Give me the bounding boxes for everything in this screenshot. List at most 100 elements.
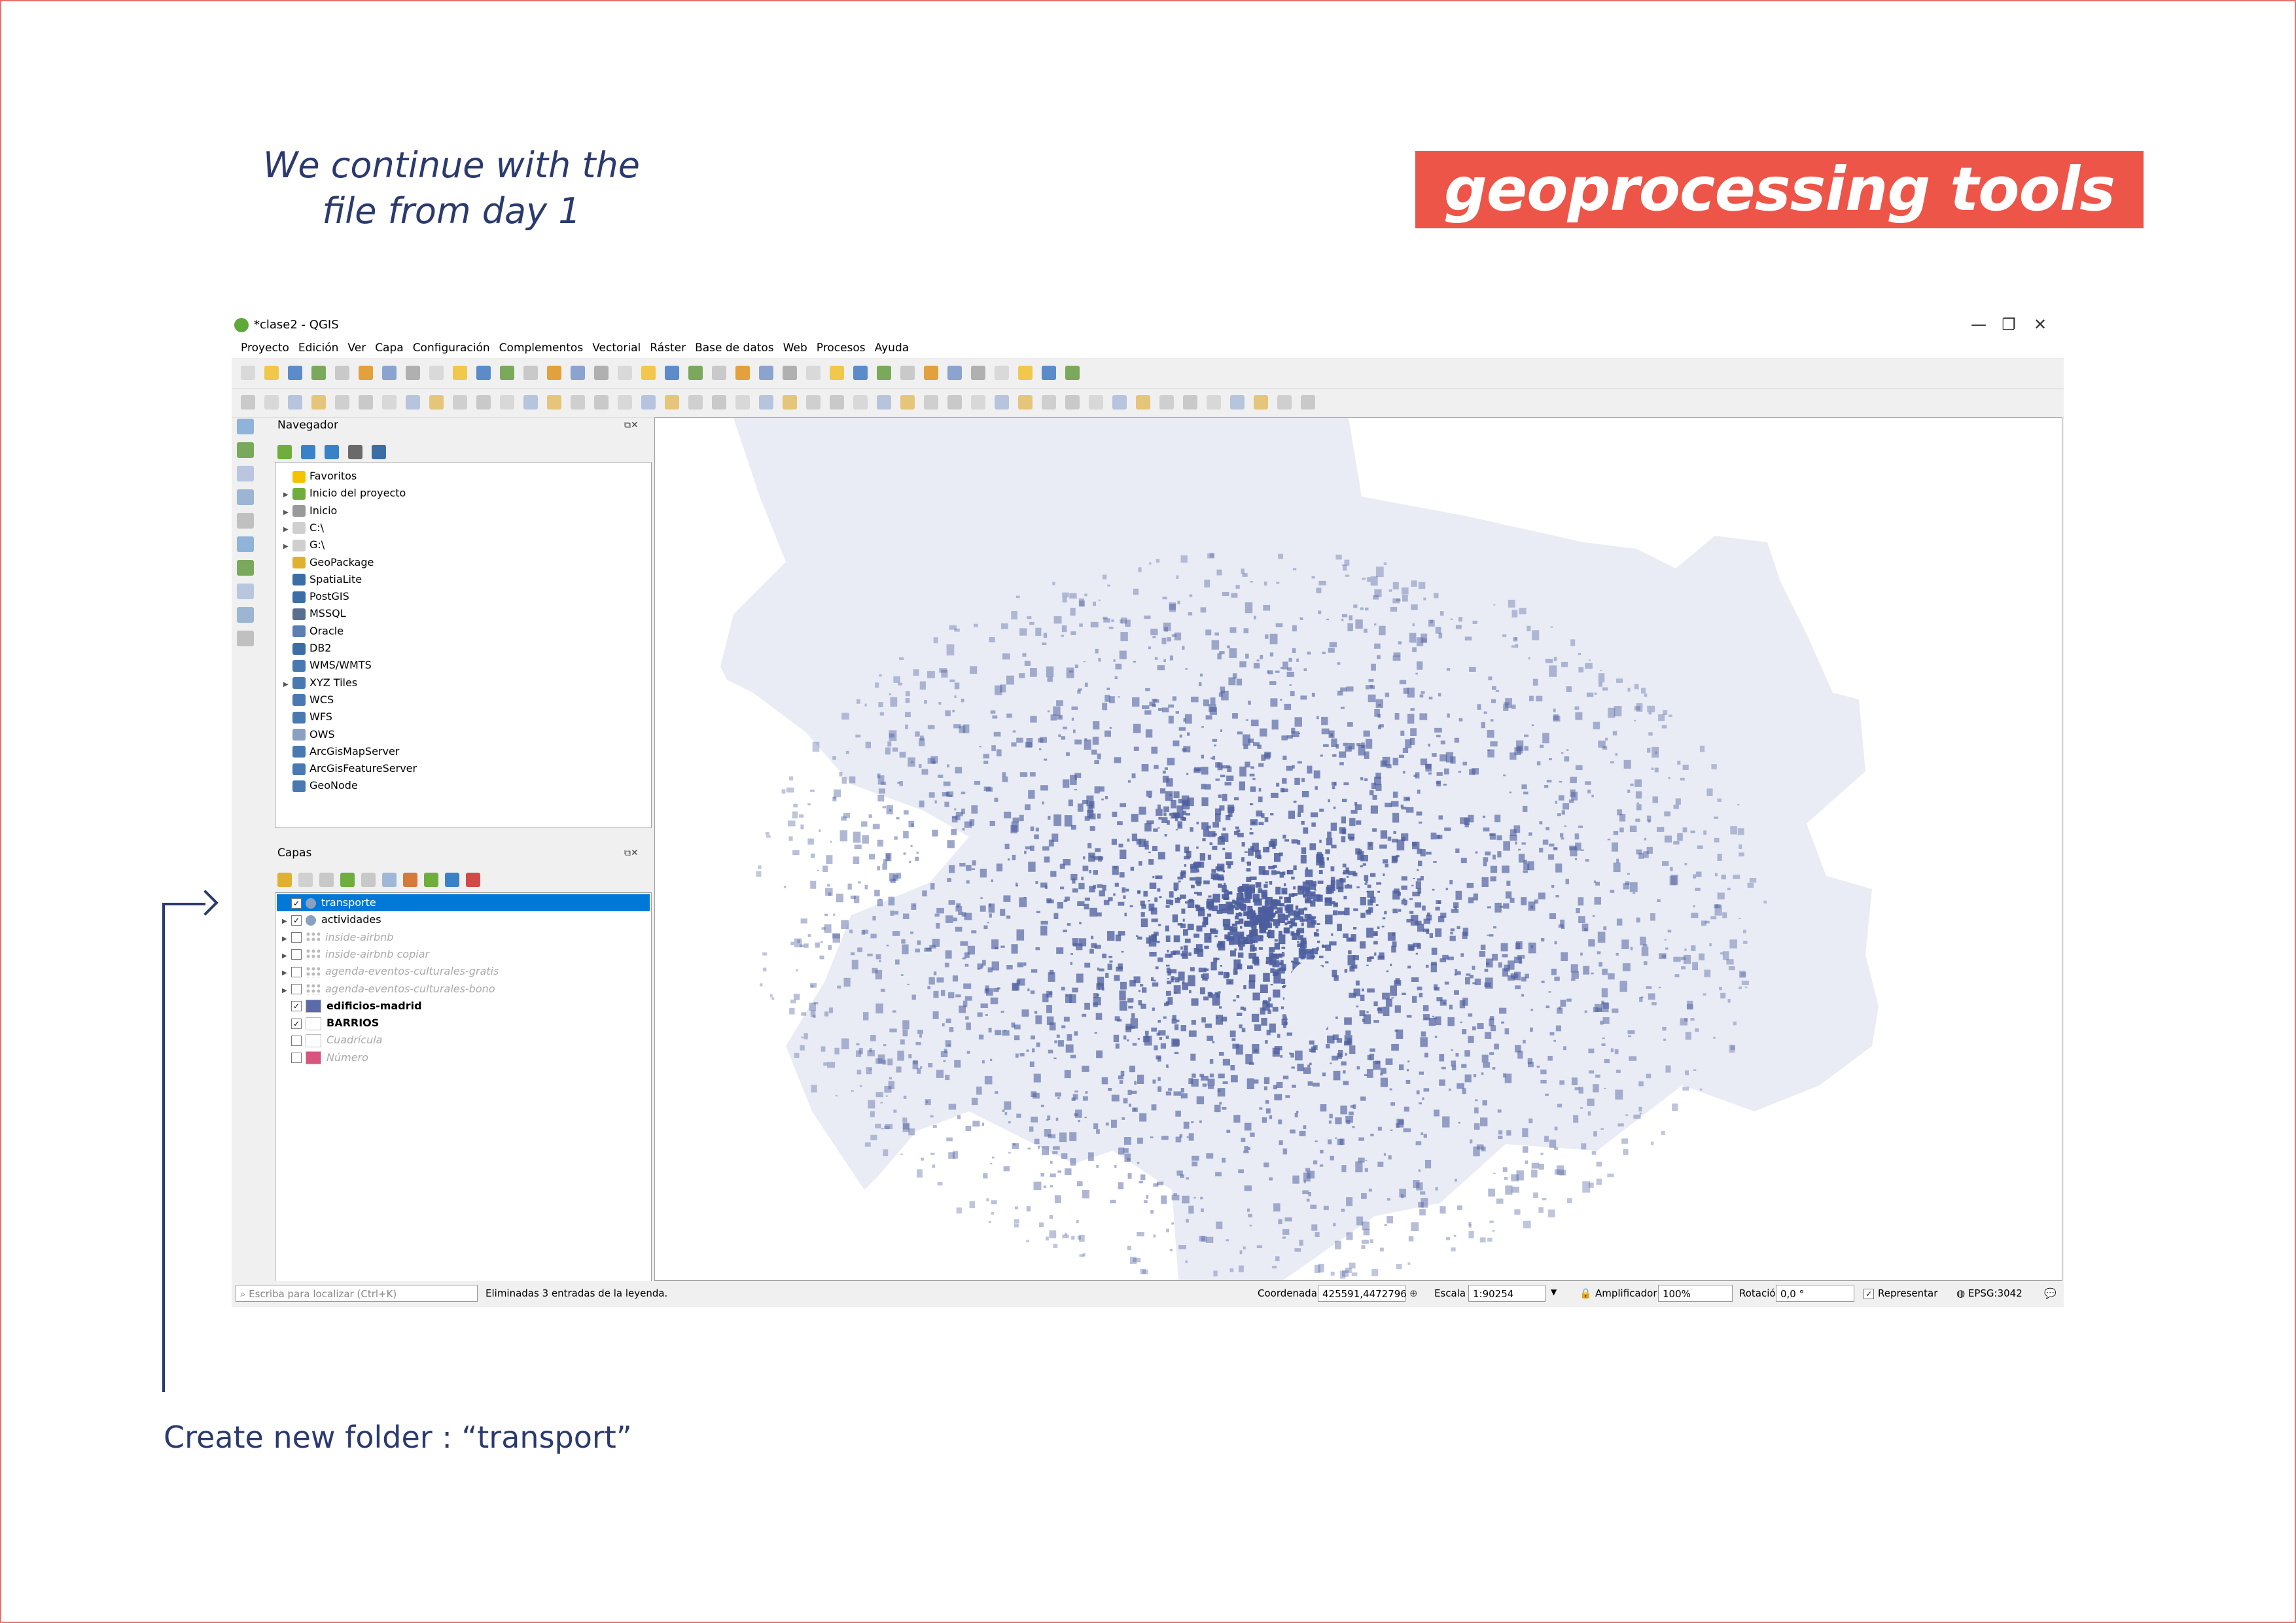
navigator-item[interactable]: ▶ Inicio del proyecto: [283, 485, 406, 502]
expand-arrow-icon[interactable]: ▶: [283, 676, 292, 693]
navigator-item[interactable]: WMS/WMTS: [283, 657, 372, 674]
navigator-item[interactable]: SpatiaLite: [283, 571, 362, 588]
main-tool-29-icon[interactable]: [924, 366, 938, 380]
crs-button[interactable]: ◍ EPSG:3042: [1956, 1287, 2022, 1299]
edit-tool-7-icon[interactable]: [406, 395, 420, 410]
expand-arrow-icon[interactable]: ▶: [282, 965, 291, 982]
edit-tool-20-icon[interactable]: [712, 395, 726, 410]
layer-row[interactable]: ▶ ✓ actividades: [277, 911, 650, 928]
edit-tool-15-icon[interactable]: [594, 395, 609, 410]
edit-tool-18-icon[interactable]: [665, 395, 679, 410]
main-tool-28-icon[interactable]: [900, 366, 915, 380]
menu-item-11[interactable]: Ayuda: [875, 341, 910, 355]
edit-tool-39-icon[interactable]: [1159, 395, 1174, 410]
main-tool-35-icon[interactable]: [1065, 366, 1080, 380]
main-tool-1-icon[interactable]: [264, 366, 279, 380]
layers-tool-7-icon[interactable]: [424, 873, 438, 887]
navigator-item[interactable]: PostGIS: [283, 588, 349, 605]
expand-arrow-icon[interactable]: ▶: [283, 521, 292, 538]
main-tool-6-icon[interactable]: [382, 366, 397, 380]
layer-visibility-checkbox[interactable]: ✓: [291, 1001, 302, 1012]
navigator-item[interactable]: ▶ XYZ Tiles: [283, 674, 357, 691]
add-layer-tool-1-icon[interactable]: [237, 442, 254, 458]
layer-visibility-checkbox[interactable]: [291, 1053, 302, 1064]
main-tool-9-icon[interactable]: [453, 366, 467, 380]
main-tool-2-icon[interactable]: [288, 366, 302, 380]
edit-tool-8-icon[interactable]: [429, 395, 444, 410]
layer-row[interactable]: ▶ inside-airbnb copiar: [277, 946, 650, 963]
expand-arrow-icon[interactable]: ▶: [282, 913, 291, 930]
navigator-item[interactable]: ▶ C:\: [283, 519, 324, 536]
edit-tool-16-icon[interactable]: [618, 395, 632, 410]
layer-visibility-checkbox[interactable]: [291, 984, 302, 994]
coordinate-field[interactable]: 425591,4472796: [1318, 1285, 1407, 1302]
main-tool-3-icon[interactable]: [311, 366, 326, 380]
edit-tool-12-icon[interactable]: [523, 395, 538, 410]
layer-visibility-checkbox[interactable]: ✓: [291, 915, 302, 926]
add-layer-tool-3-icon[interactable]: [237, 489, 254, 505]
edit-tool-44-icon[interactable]: [1277, 395, 1292, 410]
edit-tool-3-icon[interactable]: [311, 395, 326, 410]
edit-tool-14-icon[interactable]: [571, 395, 585, 410]
edit-tool-38-icon[interactable]: [1136, 395, 1150, 410]
navigator-item[interactable]: MSSQL: [283, 605, 346, 622]
navigator-item[interactable]: GeoPackage: [283, 554, 374, 571]
menu-item-8[interactable]: Base de datos: [695, 341, 774, 355]
edit-tool-10-icon[interactable]: [476, 395, 491, 410]
navigator-tool-3-icon[interactable]: [348, 445, 362, 459]
layer-visibility-checkbox[interactable]: [291, 1035, 302, 1046]
main-tool-12-icon[interactable]: [523, 366, 538, 380]
scale-dropdown-icon[interactable]: ▼: [1551, 1287, 1557, 1297]
edit-tool-40-icon[interactable]: [1183, 395, 1197, 410]
main-tool-20-icon[interactable]: [712, 366, 726, 380]
layers-tool-0-icon[interactable]: [277, 873, 292, 887]
menu-item-5[interactable]: Complementos: [499, 341, 584, 355]
add-layer-tool-2-icon[interactable]: [237, 466, 254, 481]
menu-item-1[interactable]: Edición: [298, 341, 339, 355]
layer-visibility-checkbox[interactable]: [291, 949, 302, 960]
edit-tool-28-icon[interactable]: [900, 395, 915, 410]
edit-tool-33-icon[interactable]: [1018, 395, 1033, 410]
navigator-tool-0-icon[interactable]: [277, 445, 292, 459]
menu-item-10[interactable]: Procesos: [817, 341, 866, 355]
edit-tool-34-icon[interactable]: [1042, 395, 1056, 410]
layers-tool-6-icon[interactable]: [403, 873, 417, 887]
menu-item-7[interactable]: Ráster: [650, 341, 686, 355]
layer-row[interactable]: ✓ transporte: [277, 894, 650, 911]
expand-arrow-icon[interactable]: ▶: [283, 504, 292, 521]
menu-item-6[interactable]: Vectorial: [592, 341, 641, 355]
main-tool-16-icon[interactable]: [618, 366, 632, 380]
edit-tool-9-icon[interactable]: [453, 395, 467, 410]
madrid-map[interactable]: [655, 418, 2062, 1280]
navigator-item[interactable]: DB2: [283, 640, 331, 657]
edit-tool-29-icon[interactable]: [924, 395, 938, 410]
edit-tool-45-icon[interactable]: [1301, 395, 1315, 410]
map-canvas[interactable]: [654, 417, 2062, 1281]
layer-row[interactable]: ▶ agenda-eventos-culturales-bono: [277, 981, 650, 998]
main-tool-10-icon[interactable]: [476, 366, 491, 380]
navigator-float-close-icon[interactable]: ⧉✕: [624, 420, 639, 430]
add-layer-tool-5-icon[interactable]: [237, 536, 254, 552]
close-button[interactable]: ✕: [2027, 315, 2053, 334]
edit-tool-30-icon[interactable]: [947, 395, 962, 410]
navigator-item[interactable]: OWS: [283, 726, 335, 743]
edit-tool-42-icon[interactable]: [1230, 395, 1245, 410]
main-tool-30-icon[interactable]: [947, 366, 962, 380]
layers-tool-9-icon[interactable]: [466, 873, 480, 887]
main-tool-17-icon[interactable]: [641, 366, 656, 380]
menu-item-3[interactable]: Capa: [375, 341, 404, 355]
edit-tool-36-icon[interactable]: [1089, 395, 1103, 410]
layer-row[interactable]: ▶ inside-airbnb: [277, 929, 650, 946]
edit-tool-6-icon[interactable]: [382, 395, 397, 410]
main-tool-26-icon[interactable]: [853, 366, 868, 380]
main-tool-14-icon[interactable]: [571, 366, 585, 380]
locator-input[interactable]: ⌕ Escriba para localizar (Ctrl+K): [236, 1285, 478, 1302]
render-checkbox[interactable]: ✓ Representar: [1863, 1287, 1937, 1299]
main-tool-8-icon[interactable]: [429, 366, 444, 380]
navigator-item[interactable]: WCS: [283, 691, 334, 708]
navigator-tool-1-icon[interactable]: [301, 445, 315, 459]
edit-tool-32-icon[interactable]: [995, 395, 1009, 410]
edit-tool-17-icon[interactable]: [641, 395, 656, 410]
layer-row[interactable]: ✓ edificios-madrid: [277, 998, 650, 1015]
edit-tool-25-icon[interactable]: [830, 395, 844, 410]
